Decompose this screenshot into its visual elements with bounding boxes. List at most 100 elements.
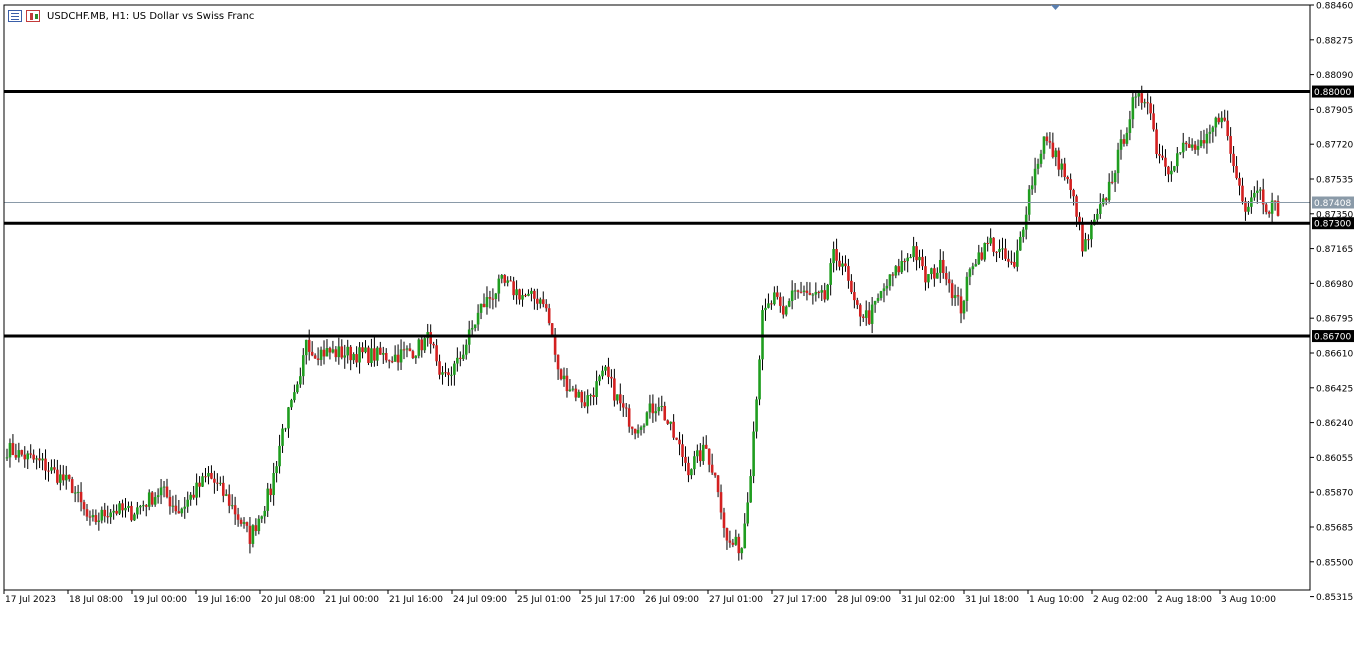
- candle: [518, 288, 521, 305]
- candle: [607, 357, 610, 385]
- candle: [770, 300, 773, 310]
- candle: [953, 284, 957, 307]
- candle: [627, 404, 631, 433]
- candle: [856, 297, 859, 310]
- candle: [130, 501, 133, 522]
- candle: [263, 506, 267, 524]
- candle: [947, 271, 951, 293]
- candle: [672, 414, 675, 440]
- candle: [867, 301, 871, 326]
- candle: [64, 465, 68, 490]
- shift-marker-icon[interactable]: [1051, 5, 1060, 10]
- candle: [903, 258, 907, 271]
- candle: [642, 423, 646, 434]
- candle: [616, 394, 619, 405]
- candle: [1253, 186, 1256, 201]
- candle: [147, 489, 151, 511]
- price-chart[interactable]: 0.88460 0.88275 0.88090 0.87905 0.87720 0.875…: [0, 0, 1365, 672]
- x-tick-label: 25 Jul 17:00: [581, 595, 635, 605]
- candle: [485, 286, 489, 315]
- candle: [304, 339, 308, 365]
- candle: [141, 500, 145, 512]
- x-tick-label: 26 Jul 09:00: [645, 595, 699, 605]
- candle: [690, 468, 693, 480]
- candle: [343, 344, 347, 369]
- candle: [1021, 226, 1025, 243]
- candle: [562, 367, 566, 387]
- time-axis[interactable]: 17 Jul 2023 18 Jul 08:00 19 Jul 00:00 19 Ju…: [3, 590, 1276, 605]
- candle: [882, 283, 886, 303]
- candle: [94, 509, 98, 525]
- y-tick-label: 0.87535: [1316, 175, 1353, 185]
- candle: [153, 492, 157, 507]
- candle: [752, 421, 755, 484]
- candle: [1122, 134, 1126, 147]
- candle: [1098, 193, 1102, 219]
- candle: [1057, 147, 1061, 177]
- candle: [888, 274, 892, 291]
- x-tick-label: 17 Jul 2023: [5, 595, 56, 605]
- candle: [1119, 129, 1123, 160]
- candle: [103, 502, 107, 523]
- candle: [429, 324, 432, 354]
- candle: [1010, 250, 1013, 265]
- candle: [331, 340, 335, 354]
- candle: [666, 419, 670, 425]
- candle: [1270, 192, 1274, 225]
- candle: [70, 476, 74, 494]
- candle: [681, 434, 684, 467]
- candle: [248, 517, 252, 554]
- candle: [941, 251, 945, 279]
- candle: [873, 300, 877, 313]
- y-tick-label: 0.86240: [1316, 419, 1353, 429]
- candle: [959, 288, 963, 324]
- x-tick-label: 20 Jul 08:00: [261, 595, 315, 605]
- candle: [417, 338, 421, 359]
- candle: [459, 351, 462, 367]
- candle: [755, 396, 758, 439]
- candle: [473, 324, 477, 332]
- candle: [296, 381, 299, 394]
- candle: [1152, 104, 1155, 132]
- candle: [352, 352, 355, 365]
- candle: [648, 394, 652, 419]
- candle: [198, 476, 201, 498]
- x-tick-label: 19 Jul 16:00: [197, 595, 251, 605]
- candle: [1250, 190, 1253, 214]
- candle: [624, 402, 628, 417]
- candle: [1001, 237, 1004, 260]
- candle: [423, 335, 427, 353]
- x-tick-label: 25 Jul 01:00: [517, 595, 571, 605]
- candle: [393, 345, 397, 362]
- candle-chart-icon[interactable]: [26, 10, 40, 22]
- candle: [938, 249, 942, 284]
- candle: [100, 506, 104, 524]
- candle: [704, 435, 708, 449]
- candle: [864, 300, 868, 326]
- candle: [651, 394, 655, 423]
- candle: [1016, 239, 1019, 272]
- price-axis[interactable]: 0.88460 0.88275 0.88090 0.87905 0.87720 0.875…: [1310, 2, 1354, 604]
- candle: [802, 285, 806, 297]
- x-tick-label: 2 Aug 02:00: [1093, 595, 1148, 605]
- candle: [1193, 140, 1197, 155]
- candle: [636, 424, 640, 438]
- candle: [784, 305, 788, 317]
- candle: [41, 452, 44, 471]
- candle: [995, 251, 998, 263]
- y-tick-label: 0.87905: [1316, 106, 1353, 116]
- x-tick-label: 21 Jul 00:00: [325, 595, 379, 605]
- candle: [1125, 127, 1129, 147]
- menu-icon[interactable]: [8, 10, 22, 22]
- candle: [547, 303, 551, 326]
- candle: [764, 298, 767, 321]
- candle: [50, 459, 53, 474]
- candle: [1007, 250, 1010, 268]
- candle: [968, 267, 972, 286]
- candle: [257, 515, 261, 535]
- level-price-label: 0.87300: [1314, 220, 1351, 230]
- candle: [687, 456, 690, 483]
- candle: [583, 391, 587, 409]
- candle: [47, 462, 50, 482]
- candle: [82, 499, 86, 516]
